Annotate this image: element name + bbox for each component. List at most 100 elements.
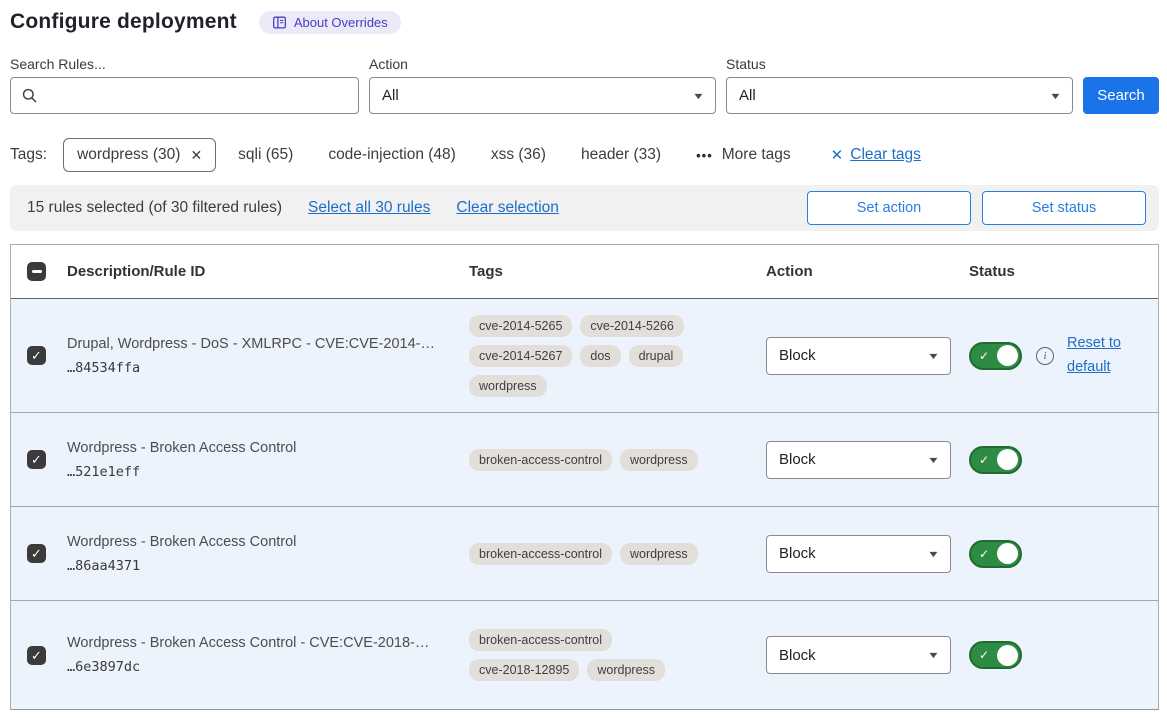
- rule-description: Wordpress - Broken Access Control - CVE:…: [67, 635, 453, 651]
- status-filter-field: Status All ▼: [726, 56, 1073, 114]
- selection-summary: 15 rules selected (of 30 filtered rules): [27, 199, 282, 217]
- column-header-tags: Tags: [469, 263, 766, 280]
- rule-id: …6e3897dc: [67, 659, 453, 675]
- rule-id: …84534ffa: [67, 360, 453, 376]
- table-row: ✓ Drupal, Wordpress - DoS - XMLRPC - CVE…: [11, 299, 1158, 412]
- selected-tag-label: wordpress (30): [77, 146, 180, 164]
- table-row: ✓ Wordpress - Broken Access Control - CV…: [11, 600, 1158, 709]
- set-status-button[interactable]: Set status: [982, 191, 1146, 225]
- selection-bar: 15 rules selected (of 30 filtered rules)…: [10, 185, 1159, 231]
- select-all-checkbox[interactable]: [27, 262, 46, 281]
- rule-tags: broken-access-control wordpress: [469, 449, 721, 471]
- rule-action-select[interactable]: Block ▼: [766, 535, 951, 573]
- search-icon: [21, 87, 38, 104]
- tags-bar: Tags: wordpress (30) ✕ sqli (65) code-in…: [10, 138, 1159, 172]
- column-header-action: Action: [766, 263, 969, 280]
- more-tags-button[interactable]: ••• More tags: [696, 146, 791, 164]
- toggle-knob: [997, 645, 1018, 666]
- status-filter-label: Status: [726, 56, 1073, 72]
- filter-bar: Search Rules... Action All ▼ Status All …: [10, 56, 1159, 114]
- table-row: ✓ Wordpress - Broken Access Control …521…: [11, 412, 1158, 506]
- rule-description: Drupal, Wordpress - DoS - XMLRPC - CVE:C…: [67, 336, 453, 352]
- rule-id: …521e1eff: [67, 464, 453, 480]
- action-filter-field: Action All ▼: [369, 56, 716, 114]
- rule-tag: wordpress: [587, 659, 665, 681]
- rules-table: Description/Rule ID Tags Action Status ✓…: [10, 244, 1159, 710]
- check-icon: ✓: [979, 454, 989, 466]
- action-filter-select[interactable]: All ▼: [369, 77, 716, 114]
- about-overrides-label: About Overrides: [294, 15, 388, 30]
- rule-tag: broken-access-control: [469, 629, 612, 651]
- row-checkbox[interactable]: ✓: [27, 544, 46, 563]
- rule-tags: broken-access-control wordpress: [469, 543, 721, 565]
- rule-action-select[interactable]: Block ▼: [766, 441, 951, 479]
- check-icon: ✓: [31, 349, 42, 362]
- rule-tag: dos: [580, 345, 620, 367]
- toggle-knob: [997, 543, 1018, 564]
- row-checkbox[interactable]: ✓: [27, 346, 46, 365]
- tags-label: Tags:: [10, 146, 47, 164]
- check-icon: ✓: [979, 548, 989, 560]
- tag-option-header[interactable]: header (33): [581, 146, 661, 164]
- rule-tag: cve-2018-12895: [469, 659, 579, 681]
- search-input[interactable]: [46, 81, 348, 111]
- tag-option-code-injection[interactable]: code-injection (48): [328, 146, 456, 164]
- tag-option-sqli[interactable]: sqli (65): [238, 146, 293, 164]
- rule-id: …86aa4371: [67, 558, 453, 574]
- status-filter-select[interactable]: All ▼: [726, 77, 1073, 114]
- status-toggle[interactable]: ✓: [969, 641, 1022, 669]
- search-input-box[interactable]: [10, 77, 359, 114]
- set-action-button[interactable]: Set action: [807, 191, 971, 225]
- rule-tag: cve-2014-5265: [469, 315, 572, 337]
- book-icon: [272, 15, 287, 30]
- reset-to-default-link[interactable]: Reset to default: [1067, 332, 1131, 380]
- rule-tag: broken-access-control: [469, 543, 612, 565]
- check-icon: ✓: [31, 649, 42, 662]
- toggle-knob: [997, 449, 1018, 470]
- clear-tags-label: Clear tags: [850, 146, 921, 164]
- more-tags-label: More tags: [722, 146, 791, 164]
- rule-tag: cve-2014-5266: [580, 315, 683, 337]
- caret-down-icon: ▼: [927, 549, 940, 559]
- rule-tag: wordpress: [620, 449, 698, 471]
- info-icon[interactable]: i: [1036, 347, 1054, 365]
- check-icon: ✓: [979, 649, 989, 661]
- clear-selection-link[interactable]: Clear selection: [456, 199, 559, 217]
- rule-description: Wordpress - Broken Access Control: [67, 534, 453, 550]
- clear-tags-button[interactable]: ✕ Clear tags: [831, 146, 921, 164]
- check-icon: ✓: [979, 350, 989, 362]
- row-checkbox[interactable]: ✓: [27, 450, 46, 469]
- tag-option-xss[interactable]: xss (36): [491, 146, 546, 164]
- selected-tag-wordpress[interactable]: wordpress (30) ✕: [63, 138, 216, 172]
- page-title: Configure deployment: [10, 10, 237, 34]
- ellipsis-icon: •••: [696, 148, 713, 163]
- column-header-status: Status: [969, 263, 1158, 280]
- rule-action-select[interactable]: Block ▼: [766, 636, 951, 674]
- about-overrides-badge[interactable]: About Overrides: [259, 11, 401, 34]
- rule-description: Wordpress - Broken Access Control: [67, 440, 453, 456]
- select-all-link[interactable]: Select all 30 rules: [308, 199, 430, 217]
- rule-action-value: Block: [779, 451, 816, 468]
- search-rules-label: Search Rules...: [10, 56, 359, 72]
- configure-deployment-page: Configure deployment About Overrides Sea…: [0, 0, 1167, 710]
- status-toggle[interactable]: ✓: [969, 446, 1022, 474]
- caret-down-icon: ▼: [692, 91, 705, 101]
- close-icon[interactable]: ✕: [190, 147, 202, 164]
- status-toggle[interactable]: ✓: [969, 342, 1022, 370]
- rule-action-select[interactable]: Block ▼: [766, 337, 951, 375]
- column-header-description: Description/Rule ID: [67, 263, 469, 280]
- row-checkbox[interactable]: ✓: [27, 646, 46, 665]
- search-field: Search Rules...: [10, 56, 359, 114]
- caret-down-icon: ▼: [1049, 91, 1062, 101]
- caret-down-icon: ▼: [927, 650, 940, 660]
- status-filter-value: All: [739, 87, 756, 104]
- rule-tag: broken-access-control: [469, 449, 612, 471]
- caret-down-icon: ▼: [927, 455, 940, 465]
- rule-tag: drupal: [629, 345, 684, 367]
- toggle-knob: [997, 345, 1018, 366]
- status-toggle[interactable]: ✓: [969, 540, 1022, 568]
- check-icon: ✓: [31, 453, 42, 466]
- table-header-row: Description/Rule ID Tags Action Status: [11, 245, 1158, 299]
- search-button[interactable]: Search: [1083, 77, 1159, 114]
- rule-tags: cve-2014-5265 cve-2014-5266 cve-2014-526…: [469, 315, 721, 397]
